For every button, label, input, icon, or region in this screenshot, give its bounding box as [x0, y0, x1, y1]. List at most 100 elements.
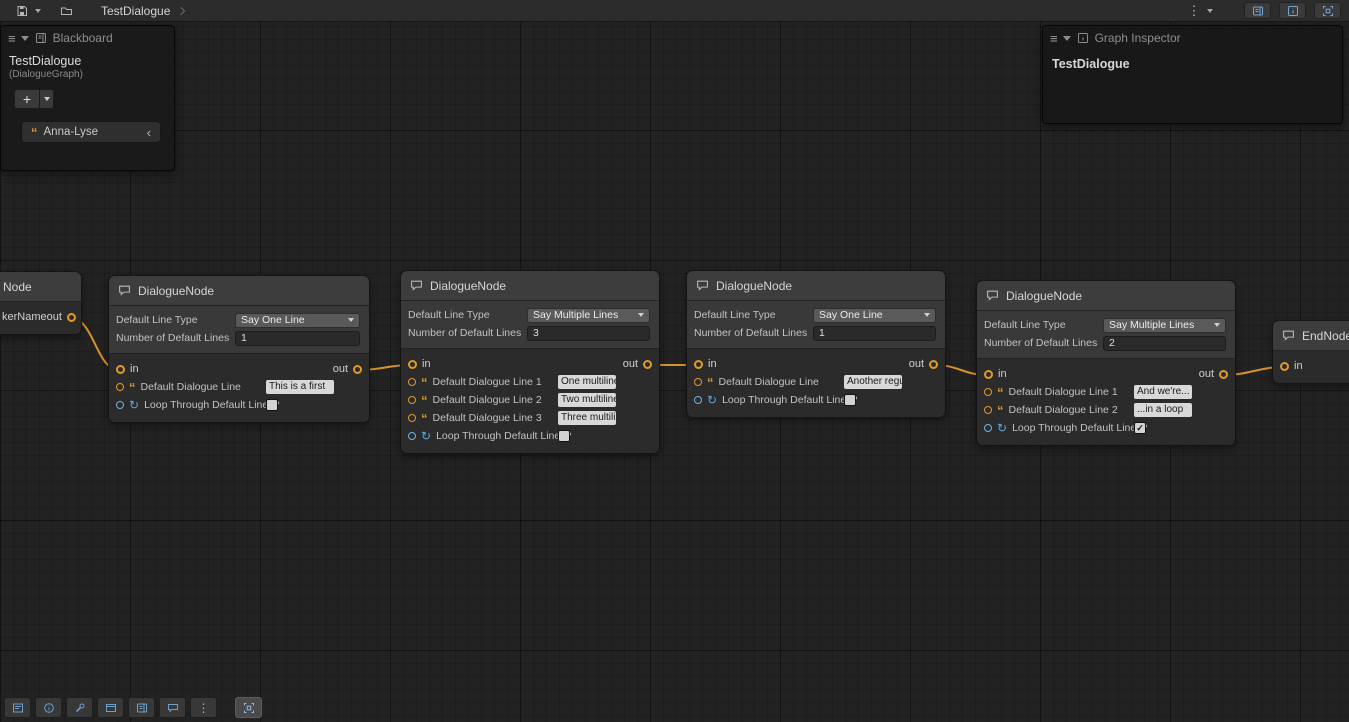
dialogue-line-field[interactable]: Another regu	[844, 375, 902, 389]
chevron-down-icon	[638, 313, 644, 317]
node-title-bar[interactable]: Node	[0, 272, 81, 302]
node-title-bar[interactable]: DialogueNode	[109, 276, 369, 306]
collapse-chevron-icon[interactable]	[1063, 36, 1071, 41]
dialogue-node[interactable]: DialogueNode Default Line Type Say One L…	[108, 275, 370, 423]
num-lines-field[interactable]: 1	[813, 326, 936, 341]
collapse-chevron-icon[interactable]	[21, 36, 29, 41]
in-port[interactable]	[116, 365, 125, 374]
blackboard-header[interactable]: ≡ Blackboard	[1, 26, 174, 50]
dialogue-button[interactable]	[159, 697, 186, 718]
speaker-node-partial[interactable]: Node kerName out	[0, 271, 82, 335]
prop-row: Number of Default Lines 1	[694, 325, 936, 341]
node-title-bar[interactable]: DialogueNode	[977, 281, 1235, 311]
blackboard-field-name[interactable]: Anna-Lyse	[44, 126, 141, 138]
out-port[interactable]	[643, 360, 652, 369]
string-port[interactable]	[984, 388, 992, 396]
port-row: “ Default Dialogue Line This is a first	[109, 378, 369, 396]
out-port[interactable]	[929, 360, 938, 369]
dialogue-line-field[interactable]: Two multiline	[558, 393, 616, 407]
loop-checkbox[interactable]	[844, 394, 856, 406]
node-title-bar[interactable]: EndNode	[1273, 321, 1349, 351]
dialogue-node[interactable]: DialogueNode Default Line Type Say One L…	[686, 270, 946, 418]
blackboard-title: Blackboard	[53, 31, 113, 45]
toggle-inspector-button[interactable]	[1279, 2, 1306, 19]
dialogue-node[interactable]: DialogueNode Default Line Type Say Multi…	[976, 280, 1236, 446]
string-port[interactable]	[694, 378, 702, 386]
port-row: “ Default Dialogue Line 1 And we're...	[977, 383, 1235, 401]
line-type-dropdown[interactable]: Say One Line	[813, 308, 936, 323]
add-property-button[interactable]: +	[14, 89, 40, 109]
loop-checkbox[interactable]	[558, 430, 570, 442]
add-property-dropdown-button[interactable]	[40, 89, 54, 109]
string-port[interactable]	[984, 406, 992, 414]
dialogue-line-field[interactable]: ...in a loop	[1134, 403, 1192, 417]
inspector-button[interactable]	[35, 697, 62, 718]
num-lines-field[interactable]: 1	[235, 331, 360, 346]
open-asset-button[interactable]	[58, 2, 74, 20]
quote-icon: “	[129, 381, 136, 394]
dialogue-line-field[interactable]: One multiline	[558, 375, 616, 389]
menu-icon[interactable]: ≡	[8, 32, 15, 45]
graph-inspector-panel[interactable]: ≡ Graph Inspector TestDialogue	[1042, 25, 1343, 124]
prop-label: Number of Default Lines	[694, 327, 813, 339]
more-button[interactable]: ⋮	[1186, 2, 1202, 20]
blackboard-field[interactable]: “ Anna-Lyse ‹	[21, 121, 161, 143]
loop-checkbox[interactable]	[266, 399, 278, 411]
dialogue-line-field[interactable]: And we're...	[1134, 385, 1192, 399]
blackboard-button[interactable]	[128, 697, 155, 718]
window-button[interactable]	[97, 697, 124, 718]
line-label: Default Dialogue Line	[141, 381, 241, 393]
menu-icon[interactable]: ≡	[1050, 32, 1057, 45]
num-lines-field[interactable]: 2	[1103, 336, 1226, 351]
out-port[interactable]	[1219, 370, 1228, 379]
collapse-icon[interactable]: ‹	[147, 126, 151, 139]
console-button[interactable]	[4, 697, 31, 718]
blackboard-panel[interactable]: ≡ Blackboard TestDialogue (DialogueGraph…	[0, 25, 175, 171]
string-port[interactable]	[408, 414, 416, 422]
out-port[interactable]	[353, 365, 362, 374]
end-node[interactable]: EndNode in	[1272, 320, 1349, 384]
prop-label: Default Line Type	[408, 309, 527, 321]
bool-port[interactable]	[408, 432, 416, 440]
graph-inspector-header[interactable]: ≡ Graph Inspector	[1043, 26, 1342, 50]
inspector-toggle-icon	[1287, 5, 1299, 17]
save-dropdown-button[interactable]	[30, 2, 46, 20]
loop-icon: ↻	[421, 430, 431, 442]
bool-port[interactable]	[694, 396, 702, 404]
node-title: DialogueNode	[1006, 289, 1082, 303]
dialogue-line-field[interactable]: Three multili	[558, 411, 616, 425]
dialogue-line-field[interactable]: This is a first	[266, 380, 334, 394]
string-port[interactable]	[408, 378, 416, 386]
save-button[interactable]	[14, 2, 30, 20]
node-title-bar[interactable]: DialogueNode	[687, 271, 945, 301]
prop-label: Default Line Type	[116, 314, 235, 326]
in-port[interactable]	[408, 360, 417, 369]
line-type-dropdown[interactable]: Say Multiple Lines	[1103, 318, 1226, 333]
toggle-blackboard-button[interactable]	[1244, 2, 1271, 19]
out-port[interactable]	[67, 313, 76, 322]
in-port[interactable]	[694, 360, 703, 369]
string-port[interactable]	[408, 396, 416, 404]
tools-button[interactable]	[66, 697, 93, 718]
quote-icon: “	[31, 126, 38, 139]
bool-port[interactable]	[116, 401, 124, 409]
breadcrumb-tab[interactable]: TestDialogue	[96, 4, 175, 18]
line-type-dropdown[interactable]: Say Multiple Lines	[527, 308, 650, 323]
toggle-minimap-button[interactable]	[1314, 2, 1341, 19]
more-options-button[interactable]: ⋮	[190, 697, 217, 718]
loop-checkbox-checked[interactable]: ✓	[1134, 422, 1146, 434]
focus-button[interactable]	[235, 697, 262, 718]
prop-row: Default Line Type Say Multiple Lines	[408, 307, 650, 323]
dialogue-node-icon	[986, 289, 999, 302]
line-type-dropdown[interactable]: Say One Line	[235, 313, 360, 328]
chevron-down-icon	[1214, 323, 1220, 327]
more-dropdown-button[interactable]	[1202, 2, 1218, 20]
in-port[interactable]	[1280, 362, 1289, 371]
string-port[interactable]	[116, 383, 124, 391]
prop-label: Number of Default Lines	[408, 327, 527, 339]
node-title-bar[interactable]: DialogueNode	[401, 271, 659, 301]
dialogue-node[interactable]: DialogueNode Default Line Type Say Multi…	[400, 270, 660, 454]
bool-port[interactable]	[984, 424, 992, 432]
num-lines-field[interactable]: 3	[527, 326, 650, 341]
in-port[interactable]	[984, 370, 993, 379]
